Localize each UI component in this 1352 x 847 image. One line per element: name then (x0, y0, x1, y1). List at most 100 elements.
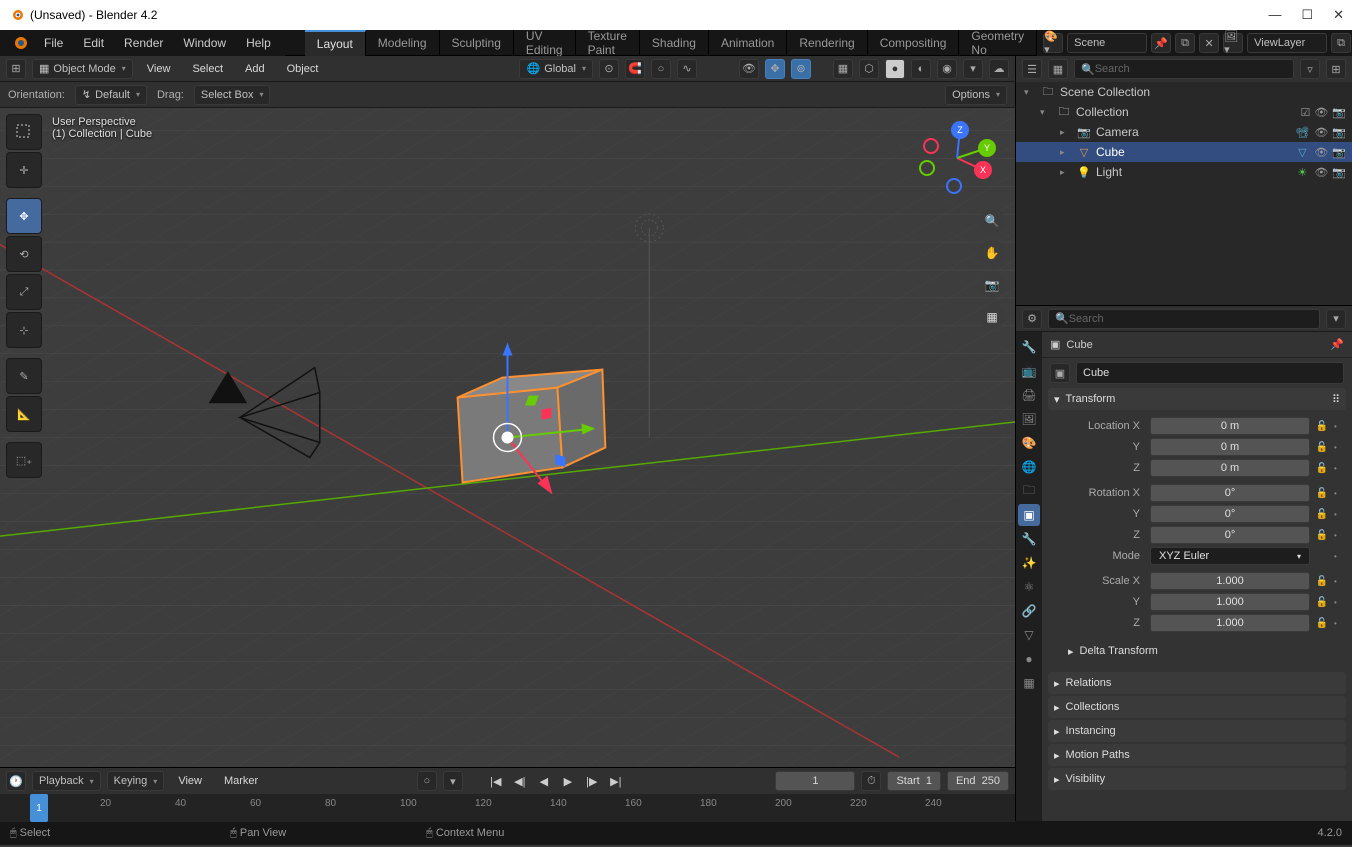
lock-icon[interactable]: 🔓 (1314, 442, 1330, 453)
tl-playback[interactable]: Playback (32, 771, 101, 791)
timeline-editor-icon[interactable]: 🕐 (6, 771, 26, 791)
proportional-off-icon[interactable]: ○ (651, 59, 671, 79)
menu-edit[interactable]: Edit (73, 30, 114, 56)
eye-icon[interactable]: 👁 (1314, 166, 1328, 179)
exclude-checkbox-icon[interactable]: ☑ (1300, 106, 1310, 119)
close-button[interactable]: ✕ (1333, 7, 1344, 23)
rotation-mode-dropdown[interactable]: XYZ Euler▾ (1150, 547, 1310, 565)
lock-icon[interactable]: 🔓 (1314, 576, 1330, 587)
proportional-falloff-icon[interactable]: ∿ (677, 59, 697, 79)
pivot-icon[interactable]: ⊙ (599, 59, 619, 79)
tool-annotate[interactable]: ✎ (6, 358, 42, 394)
eye-icon[interactable]: 👁 (1314, 146, 1328, 159)
lock-icon[interactable]: 🔓 (1314, 509, 1330, 520)
menu-file[interactable]: File (34, 30, 73, 56)
tool-transform[interactable]: ⊹ (6, 312, 42, 348)
tree-row-light[interactable]: ▸💡Light☀👁📷 (1016, 162, 1352, 182)
minimize-button[interactable]: — (1268, 7, 1281, 23)
pin-scene-icon[interactable]: 📌 (1151, 33, 1171, 53)
start-frame-field[interactable]: Start 1 (887, 771, 940, 791)
tool-scale[interactable]: ⤢ (6, 274, 42, 310)
mode-dropdown[interactable]: ▦ Object Mode (32, 59, 133, 79)
lock-icon[interactable]: 🔓 (1314, 421, 1330, 432)
outliner-tree[interactable]: ▾🗀Scene Collection ▾🗀Collection☑👁📷 ▸📷Cam… (1016, 82, 1352, 305)
tl-view[interactable]: View (170, 775, 210, 787)
orientation-dropdown[interactable]: 🌐 Global (519, 59, 593, 79)
ptab-texture[interactable]: ▦ (1018, 672, 1040, 694)
ptab-particles[interactable]: ✨ (1018, 552, 1040, 574)
tree-row-scene-collection[interactable]: ▾🗀Scene Collection (1016, 82, 1352, 102)
tl-marker[interactable]: Marker (216, 775, 266, 787)
jump-end-icon[interactable]: ▶| (607, 772, 625, 790)
tool-measure[interactable]: 📐 (6, 396, 42, 432)
overlays-toggle-icon[interactable]: ⊚ (791, 59, 811, 79)
nav-gizmo[interactable]: X Y Z (917, 118, 997, 198)
tool-rotate[interactable]: ⟲ (6, 236, 42, 272)
eye-icon[interactable]: 👁 (1314, 126, 1328, 139)
tab-uv-editing[interactable]: UV Editing (514, 30, 576, 56)
properties-editor-icon[interactable]: ⚙ (1022, 309, 1042, 329)
outliner-display-icon[interactable]: ▦ (1048, 59, 1068, 79)
tab-texture-paint[interactable]: Texture Paint (576, 30, 640, 56)
ptab-viewlayer[interactable]: 🖼 (1018, 408, 1040, 430)
copy-scene-icon[interactable]: ⧉ (1175, 33, 1195, 53)
outliner-editor-icon[interactable]: ☰ (1022, 59, 1042, 79)
xray-icon[interactable]: ▦ (833, 59, 853, 79)
ptab-render[interactable]: 📺 (1018, 360, 1040, 382)
outliner-new-collection-icon[interactable]: ⊞ (1326, 59, 1346, 79)
lock-icon[interactable]: 🔓 (1314, 618, 1330, 629)
shading-wireframe-icon[interactable]: ⬡ (859, 59, 879, 79)
preview-range-icon[interactable]: ⏱ (861, 771, 881, 791)
ptab-modifiers[interactable]: 🔧 (1018, 528, 1040, 550)
nav-perspective-icon[interactable]: ▦ (979, 304, 1005, 330)
rotation-z-field[interactable]: 0° (1150, 526, 1310, 544)
gizmo-toggle-icon[interactable]: ✥ (765, 59, 785, 79)
panel-delta-transform-header[interactable]: ▸ Delta Transform (1052, 640, 1342, 662)
drag-value[interactable]: Select Box (194, 85, 271, 105)
scene-browse-icon[interactable]: 🎨▾ (1043, 33, 1063, 53)
properties-search[interactable]: 🔍 Search (1048, 309, 1320, 329)
copy-viewlayer-icon[interactable]: ⧉ (1331, 33, 1351, 53)
ptab-tool[interactable]: 🔧 (1018, 336, 1040, 358)
menu-help[interactable]: Help (236, 30, 281, 56)
ptab-output[interactable]: 🖨 (1018, 384, 1040, 406)
keyframe-next-icon[interactable]: |▶ (583, 772, 601, 790)
orientation-value[interactable]: ↯ Default (75, 85, 147, 105)
nav-camera-icon[interactable]: 📷 (979, 272, 1005, 298)
tool-select-box[interactable] (6, 114, 42, 150)
nav-pan-icon[interactable]: ✋ (979, 240, 1005, 266)
tree-row-camera[interactable]: ▸📷Camera📽👁📷 (1016, 122, 1352, 142)
tab-rendering[interactable]: Rendering (787, 30, 867, 56)
play-reverse-icon[interactable]: ◀ (535, 772, 553, 790)
tab-animation[interactable]: Animation (709, 30, 787, 56)
scene-name-field[interactable]: Scene (1067, 33, 1147, 53)
lock-icon[interactable]: 🔓 (1314, 597, 1330, 608)
scale-y-field[interactable]: 1.000 (1150, 593, 1310, 611)
viewport-3d[interactable]: User Perspective (1) Collection | Cube ✛… (0, 108, 1015, 767)
scale-z-field[interactable]: 1.000 (1150, 614, 1310, 632)
lock-icon[interactable]: 🔓 (1314, 463, 1330, 474)
tab-sculpting[interactable]: Sculpting (440, 30, 514, 56)
render-icon[interactable]: 📷 (1332, 126, 1346, 139)
ptab-collection[interactable]: 🗀 (1018, 480, 1040, 502)
rotation-x-field[interactable]: 0° (1150, 484, 1310, 502)
panel-visibility-header[interactable]: ▸ Visibility (1048, 768, 1346, 790)
panel-motion-paths-header[interactable]: ▸ Motion Paths (1048, 744, 1346, 766)
play-icon[interactable]: ▶ (559, 772, 577, 790)
snap-icon[interactable]: 🧲 (625, 59, 645, 79)
shading-options-icon[interactable]: ▾ (963, 59, 983, 79)
ptab-material[interactable]: ● (1018, 648, 1040, 670)
vp-menu-object[interactable]: Object (279, 63, 327, 75)
vp-menu-select[interactable]: Select (184, 63, 231, 75)
maximize-button[interactable]: ☐ (1301, 7, 1313, 23)
viewlayer-name-field[interactable]: ViewLayer (1247, 33, 1327, 53)
shading-rendered-icon[interactable]: ◉ (937, 59, 957, 79)
viewlayer-browse-icon[interactable]: 🖼▾ (1223, 33, 1243, 53)
render-icon[interactable]: 📷 (1332, 166, 1346, 179)
panel-instancing-header[interactable]: ▸ Instancing (1048, 720, 1346, 742)
tool-cursor[interactable]: ✛ (6, 152, 42, 188)
menu-render[interactable]: Render (114, 30, 173, 56)
lock-icon[interactable]: 🔓 (1314, 530, 1330, 541)
current-frame-field[interactable]: 1 (775, 771, 855, 791)
render-icon[interactable]: 📷 (1332, 146, 1346, 159)
